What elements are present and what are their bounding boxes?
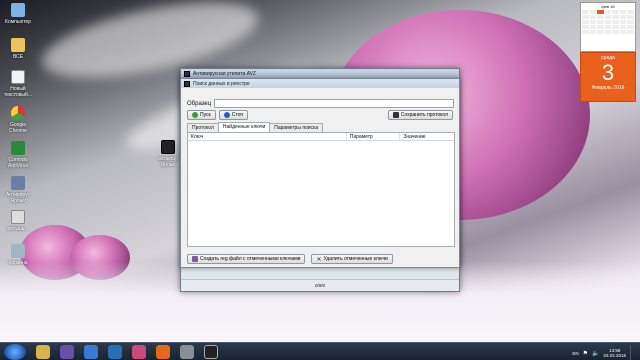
comodo-icon	[11, 141, 25, 155]
taskbar-app-icon[interactable]	[180, 344, 194, 359]
desktop-icon-antivirus[interactable]: Антивирус Ярлык	[0, 176, 36, 204]
show-desktop-button[interactable]	[630, 345, 636, 360]
stop-button[interactable]: Стоп	[218, 110, 249, 120]
taskbar-firefox-icon[interactable]	[156, 344, 170, 359]
disk-icon	[392, 112, 399, 118]
play-icon	[192, 112, 198, 118]
column-header-key[interactable]: Ключ	[188, 133, 347, 140]
desktop-icon-image[interactable]: ретушь...	[0, 210, 36, 232]
pattern-label: Образец	[187, 100, 212, 107]
delete-x-icon: ✕	[316, 256, 322, 263]
volume-icon[interactable]: 🔈	[592, 350, 599, 357]
calendar-gadget[interactable]: фев 16 среда 3 Февраль 2016	[580, 2, 636, 106]
tab-search-parameters[interactable]: Параметры поиска	[269, 123, 324, 132]
folder-icon	[11, 38, 25, 52]
pattern-input[interactable]	[214, 99, 455, 108]
calendar-month-header: фев 16	[601, 4, 615, 9]
clock-date: 03.02.2016	[603, 353, 626, 358]
avz-window-title: Антивирусная утилита AVZ	[193, 71, 256, 77]
save-protocol-button[interactable]: Сохранить протокол	[387, 110, 453, 120]
taskbar-media-icon[interactable]	[60, 344, 74, 359]
pattern-row: Образец	[187, 99, 455, 108]
system-tray: EN ⚑ 🔈 13:58 03.02.2016	[572, 345, 636, 360]
start-button[interactable]: Пуск	[187, 110, 216, 120]
desktop-icon-folder[interactable]: ВСЕ	[0, 38, 36, 60]
taskbar-avz-icon[interactable]	[204, 344, 218, 359]
taskbar-app-icon[interactable]	[132, 344, 146, 359]
antivirus-shortcut-icon	[11, 176, 25, 190]
dialog-title: Поиск данных в реестре	[193, 80, 250, 87]
flag-icon[interactable]: ⚑	[583, 350, 588, 357]
taskbar-app-icon[interactable]	[84, 344, 98, 359]
desktop-icon-computer[interactable]: Компьютер	[0, 3, 36, 25]
desktop-icon-recycle-bin[interactable]: Корзина	[0, 244, 36, 266]
stop-icon	[223, 112, 230, 118]
dialog-title-bar[interactable]: Поиск данных в реестре	[181, 79, 459, 88]
desktop-icon-comodo[interactable]: Comodo AntiVirus	[0, 141, 36, 169]
dialog-tabs: Протокол Найденные ключи Параметры поиск…	[187, 122, 324, 132]
taskbar: EN ⚑ 🔈 13:58 03.02.2016	[0, 342, 640, 360]
text-document-icon	[11, 70, 25, 84]
recycle-bin-icon	[11, 244, 25, 258]
tab-found-keys[interactable]: Найденные ключи	[217, 122, 271, 132]
list-header: Ключ Параметр Значение	[188, 133, 454, 141]
calendar-day-number: 3	[601, 60, 615, 85]
calendar-month-year: Февраль 2016	[591, 85, 625, 91]
desktop-icon-text-document[interactable]: Новый текстовый...	[0, 70, 36, 98]
delete-keys-button[interactable]: ✕ Удалить отмеченные ключи	[311, 254, 393, 264]
start-button[interactable]	[4, 343, 26, 360]
desktop-icon-chrome[interactable]: Google Chrome	[0, 106, 36, 134]
column-header-value[interactable]: Значение	[400, 133, 454, 140]
chrome-icon	[11, 106, 25, 120]
avz-status-bar: 0/0/0	[181, 279, 459, 291]
avz-shortcut-icon	[161, 140, 175, 154]
dialog-app-icon	[184, 80, 190, 87]
bottom-actions: Создать reg файл с отмеченными ключами ✕…	[187, 254, 393, 264]
avz-app-icon	[184, 71, 190, 77]
computer-icon	[11, 3, 25, 17]
taskbar-explorer-icon[interactable]	[36, 344, 50, 359]
found-keys-list[interactable]: Ключ Параметр Значение	[187, 132, 455, 247]
calendar-today-panel: среда 3 Февраль 2016	[580, 52, 636, 102]
search-controls: Пуск Стоп	[187, 110, 249, 120]
image-file-icon	[11, 210, 25, 224]
column-header-parameter[interactable]: Параметр	[347, 133, 401, 140]
tab-protocol[interactable]: Протокол	[187, 123, 219, 132]
create-reg-file-button[interactable]: Создать reg файл с отмеченными ключами	[187, 254, 306, 264]
taskbar-n-icon[interactable]	[108, 344, 122, 359]
calendar-month-grid: фев 16	[580, 2, 636, 52]
reg-file-icon	[192, 256, 198, 262]
language-indicator[interactable]: EN	[572, 351, 578, 356]
clock[interactable]: 13:58 03.02.2016	[603, 348, 626, 358]
calendar-cells	[582, 10, 634, 34]
registry-search-dialog: Поиск данных в реестре Образец Пуск Стоп…	[180, 78, 460, 268]
